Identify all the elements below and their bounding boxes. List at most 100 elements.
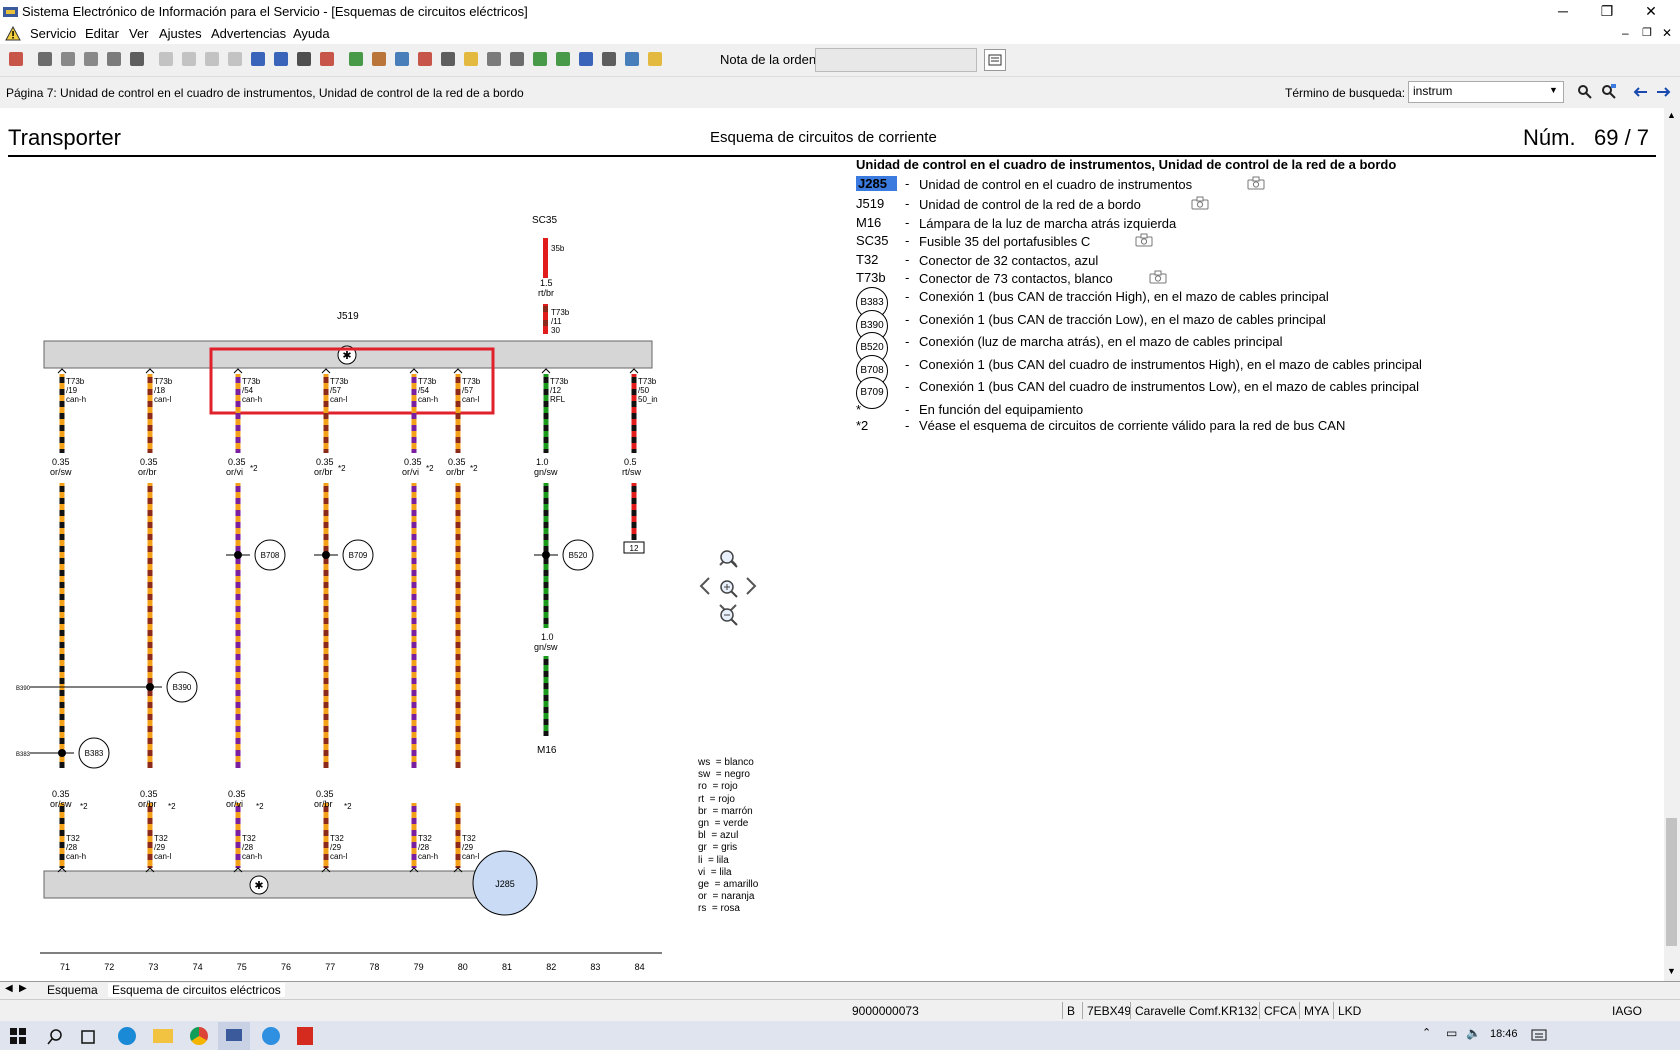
wire-stripe [323,842,329,848]
status-cell: CFCA [1264,1004,1297,1018]
restore-button[interactable]: ❐ [1584,0,1630,24]
wire-stripe [411,570,417,576]
warning-icon[interactable] [461,49,481,69]
search-car-icon[interactable] [576,49,596,69]
new-page-icon[interactable] [58,49,78,69]
wire-stripe [323,726,329,732]
tray-chevron-icon[interactable]: ⌃ [1422,1026,1431,1039]
manual-icon[interactable] [415,49,435,69]
switch-icon[interactable] [317,49,337,69]
checklist-icon[interactable] [599,49,619,69]
tab-esquema[interactable]: Esquema [47,983,98,997]
minimize-button[interactable]: ─ [1540,0,1586,24]
legend-desc: Conexión 1 (bus CAN de tracción Low), en… [919,311,1326,327]
prev-icon[interactable] [179,49,199,69]
mdi-minimize-button[interactable]: – [1622,26,1629,40]
edge-icon[interactable] [118,1027,136,1045]
tab-esquema-circuitos[interactable]: Esquema de circuitos eléctricos [108,983,285,997]
diagnosis-icon[interactable] [622,49,642,69]
book-icon[interactable] [530,49,550,69]
question-icon[interactable] [645,49,665,69]
chevron-down-icon[interactable]: ▼ [1549,85,1558,95]
goto-icon[interactable] [248,49,268,69]
camera-icon[interactable] [1149,270,1167,284]
parts-icon[interactable] [392,49,412,69]
order-note-input[interactable] [815,48,977,72]
notifications-icon[interactable] [1531,1028,1547,1044]
camera-icon[interactable] [1135,233,1153,247]
zoom-fit-icon[interactable] [718,548,740,570]
print-icon[interactable] [35,49,55,69]
scroll-thumb[interactable] [1666,818,1677,946]
windows-start-icon[interactable] [10,1028,26,1044]
m16-label: M16 [537,745,557,756]
wire-stripe [235,654,241,660]
tools-icon[interactable] [484,49,504,69]
menu-ajustes[interactable]: Ajustes [159,26,202,41]
file-explorer-icon[interactable] [153,1029,173,1043]
wire-stripe [59,546,65,552]
search-input[interactable]: instrum [1413,84,1452,98]
menu-editar[interactable]: Editar [85,26,119,41]
zoom-in-icon[interactable] [718,578,740,600]
close-button[interactable]: ✕ [1628,0,1674,24]
order-note-button[interactable] [984,49,1006,71]
legend-desc: Unidad de control en el cuadro de instru… [919,177,1193,192]
vehicle-icon[interactable] [346,49,366,69]
task-view-icon[interactable] [80,1028,98,1046]
first-icon[interactable] [156,49,176,69]
car-green-icon[interactable] [553,49,573,69]
find-next-icon[interactable] [1576,83,1594,101]
exit-icon[interactable] [6,49,26,69]
car-icon[interactable] [127,49,147,69]
wire-stripe [235,594,241,600]
network-icon[interactable]: ▭ [1446,1026,1457,1040]
vertical-scrollbar[interactable]: ▲ ▼ [1664,108,1680,981]
wire-stripe [455,498,461,504]
camera-icon[interactable] [1247,176,1265,190]
menu-ver[interactable]: Ver [129,26,149,41]
search-combobox[interactable]: instrum ▼ [1408,81,1564,103]
menu-advertencias[interactable]: Advertencias [211,26,286,41]
calculator-icon[interactable] [369,49,389,69]
info-icon[interactable] [271,49,291,69]
tab-next-icon[interactable]: ▶ [19,983,27,994]
wire-stripe [235,842,241,848]
document-icon[interactable] [104,49,124,69]
menu-servicio[interactable]: Servicio [30,26,76,41]
acrobat-icon[interactable] [297,1027,313,1045]
toolbar: Nota de la orden: [0,44,1680,77]
help-icon[interactable] [294,49,314,69]
tab-prev-icon[interactable]: ◀ [5,983,13,994]
edit-icon[interactable] [81,49,101,69]
camera-icon[interactable] [1191,196,1209,210]
prev-result-icon[interactable] [1632,83,1650,101]
next-icon[interactable] [202,49,222,69]
pan-left-icon[interactable] [699,577,710,595]
mdi-close-button[interactable]: ✕ [1662,26,1672,40]
mdi-restore-button[interactable]: ❐ [1642,26,1652,39]
list-icon[interactable] [438,49,458,69]
wire-stripe [543,618,549,624]
search-icon[interactable] [46,1028,64,1046]
scroll-down-icon[interactable]: ▼ [1667,966,1676,976]
form-icon[interactable] [507,49,527,69]
find-all-icon[interactable] [1600,83,1618,101]
wire-stripe [235,818,241,824]
next-result-icon[interactable] [1654,83,1672,101]
volume-icon[interactable]: 🔈 [1466,1026,1481,1040]
last-icon[interactable] [225,49,245,69]
wire-stripe [323,534,329,540]
wire-stripe [455,534,461,540]
pan-right-icon[interactable] [746,577,757,595]
wire-stripe [147,642,153,648]
elsa-app-icon [226,1029,242,1041]
clock[interactable]: 18:46 [1490,1028,1518,1040]
wire-stripe [59,690,65,696]
ie-icon[interactable] [262,1027,280,1045]
column-number: 73 [148,962,158,972]
scroll-up-icon[interactable]: ▲ [1667,110,1676,120]
chrome-icon[interactable] [190,1027,208,1045]
zoom-out-icon[interactable] [718,606,740,628]
menu-ayuda[interactable]: Ayuda [293,26,330,41]
